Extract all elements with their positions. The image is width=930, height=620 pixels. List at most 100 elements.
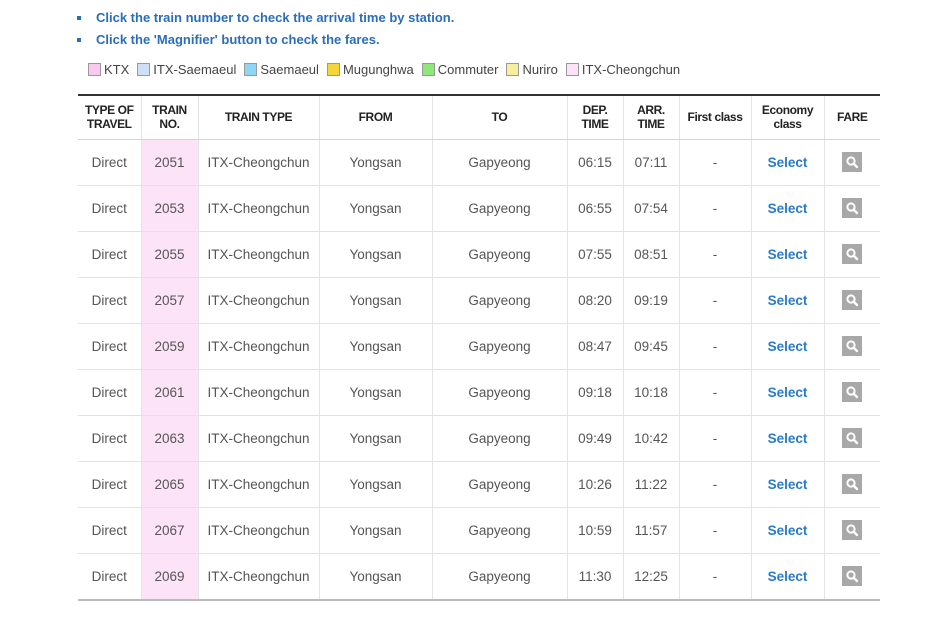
cell-dep-time: 08:47 bbox=[566, 323, 623, 370]
cell-to: Gapyeong bbox=[431, 139, 567, 186]
cell-arr-time: 11:57 bbox=[622, 507, 679, 554]
table-row: Direct 2051 ITX-Cheongchun Yongsan Gapyeong 0… bbox=[78, 139, 880, 186]
train-number-link[interactable]: 2067 bbox=[140, 507, 198, 554]
select-economy-button[interactable]: Select bbox=[768, 569, 808, 584]
table-row: Direct 2069 ITX-Cheongchun Yongsan Gapyeong 1… bbox=[78, 553, 880, 601]
train-number-link[interactable]: 2051 bbox=[140, 139, 198, 186]
legend-label: ITX-Cheongchun bbox=[581, 62, 681, 77]
train-number-link[interactable]: 2055 bbox=[140, 231, 198, 278]
select-economy-button[interactable]: Select bbox=[768, 293, 808, 308]
cell-fare bbox=[823, 277, 880, 324]
cell-fare bbox=[823, 323, 880, 370]
legend-item: Saemaeul bbox=[244, 62, 319, 77]
cell-dep-time: 11:30 bbox=[566, 553, 623, 601]
magnifier-icon[interactable] bbox=[842, 520, 863, 540]
cell-type: Direct bbox=[78, 139, 141, 186]
col-economy-class: Economy class bbox=[750, 94, 824, 140]
select-economy-button[interactable]: Select bbox=[768, 385, 808, 400]
cell-type: Direct bbox=[78, 461, 141, 508]
cell-train-type: ITX-Cheongchun bbox=[197, 461, 319, 508]
note-item: Click the 'Magnifier' button to check th… bbox=[76, 30, 454, 52]
select-economy-button[interactable]: Select bbox=[768, 201, 808, 216]
cell-to: Gapyeong bbox=[431, 461, 567, 508]
cell-arr-time: 09:19 bbox=[622, 277, 679, 324]
cell-arr-time: 07:54 bbox=[622, 185, 679, 232]
magnifier-icon[interactable] bbox=[842, 198, 863, 218]
magnifier-icon[interactable] bbox=[842, 474, 863, 494]
cell-train-type: ITX-Cheongchun bbox=[197, 415, 319, 462]
cell-type: Direct bbox=[78, 415, 141, 462]
legend-label: Nuriro bbox=[522, 62, 558, 77]
magnifier-icon[interactable] bbox=[842, 336, 863, 356]
train-number-link[interactable]: 2059 bbox=[140, 323, 198, 370]
cell-economy: Select bbox=[750, 323, 824, 370]
train-number-link[interactable]: 2057 bbox=[140, 277, 198, 324]
cell-from: Yongsan bbox=[318, 185, 432, 232]
cell-arr-time: 10:18 bbox=[622, 369, 679, 416]
train-number-link[interactable]: 2053 bbox=[140, 185, 198, 232]
cell-to: Gapyeong bbox=[431, 231, 567, 278]
magnifier-icon[interactable] bbox=[842, 566, 863, 586]
magnifier-icon[interactable] bbox=[842, 244, 863, 264]
legend-label: Saemaeul bbox=[260, 62, 319, 77]
cell-economy: Select bbox=[750, 139, 824, 186]
cell-economy: Select bbox=[750, 553, 824, 601]
cell-economy: Select bbox=[750, 507, 824, 554]
cell-from: Yongsan bbox=[318, 369, 432, 416]
train-number-link[interactable]: 2061 bbox=[140, 369, 198, 416]
magnifier-icon[interactable] bbox=[842, 152, 863, 172]
train-number-link[interactable]: 2065 bbox=[140, 461, 198, 508]
cell-type: Direct bbox=[78, 553, 141, 601]
cell-train-type: ITX-Cheongchun bbox=[197, 369, 319, 416]
train-type-legend: KTX ITX-Saemaeul Saemaeul Mugunghwa Commuter… bbox=[88, 62, 688, 77]
legend-swatch bbox=[244, 63, 258, 76]
select-economy-button[interactable]: Select bbox=[768, 247, 808, 262]
col-dep-time: DEP. TIME bbox=[566, 94, 623, 140]
magnifier-icon[interactable] bbox=[842, 428, 863, 448]
cell-from: Yongsan bbox=[318, 277, 432, 324]
train-number-link[interactable]: 2063 bbox=[140, 415, 198, 462]
select-economy-button[interactable]: Select bbox=[768, 339, 808, 354]
cell-dep-time: 08:20 bbox=[566, 277, 623, 324]
cell-type: Direct bbox=[78, 369, 141, 416]
cell-dep-time: 09:18 bbox=[566, 369, 623, 416]
cell-type: Direct bbox=[78, 323, 141, 370]
cell-arr-time: 09:45 bbox=[622, 323, 679, 370]
cell-dep-time: 06:55 bbox=[566, 185, 623, 232]
cell-dep-time: 06:15 bbox=[566, 139, 623, 186]
select-economy-button[interactable]: Select bbox=[768, 431, 808, 446]
cell-from: Yongsan bbox=[318, 553, 432, 601]
cell-fare bbox=[823, 415, 880, 462]
select-economy-button[interactable]: Select bbox=[768, 523, 808, 538]
legend-item: KTX bbox=[88, 62, 129, 77]
cell-to: Gapyeong bbox=[431, 507, 567, 554]
cell-from: Yongsan bbox=[318, 231, 432, 278]
col-first-class: First class bbox=[678, 94, 751, 140]
select-economy-button[interactable]: Select bbox=[768, 477, 808, 492]
cell-type: Direct bbox=[78, 185, 141, 232]
cell-from: Yongsan bbox=[318, 507, 432, 554]
cell-train-type: ITX-Cheongchun bbox=[197, 507, 319, 554]
legend-swatch bbox=[88, 63, 101, 76]
cell-from: Yongsan bbox=[318, 323, 432, 370]
instruction-notes: Click the train number to check the arri… bbox=[76, 8, 454, 52]
cell-to: Gapyeong bbox=[431, 553, 567, 601]
cell-arr-time: 10:42 bbox=[622, 415, 679, 462]
cell-type: Direct bbox=[78, 231, 141, 278]
cell-first-class: - bbox=[678, 277, 751, 324]
cell-first-class: - bbox=[678, 185, 751, 232]
train-number-link[interactable]: 2069 bbox=[140, 553, 198, 601]
legend-item: Mugunghwa bbox=[326, 62, 414, 77]
magnifier-icon[interactable] bbox=[842, 382, 863, 402]
col-from: FROM bbox=[318, 94, 432, 140]
note-text: Click the 'Magnifier' button to check th… bbox=[96, 32, 380, 47]
select-economy-button[interactable]: Select bbox=[768, 155, 808, 170]
cell-fare bbox=[823, 507, 880, 554]
magnifier-icon[interactable] bbox=[842, 290, 863, 310]
cell-economy: Select bbox=[750, 461, 824, 508]
cell-dep-time: 07:55 bbox=[566, 231, 623, 278]
note-item: Click the train number to check the arri… bbox=[76, 8, 454, 30]
table-row: Direct 2063 ITX-Cheongchun Yongsan Gapyeong 0… bbox=[78, 415, 880, 462]
table-row: Direct 2055 ITX-Cheongchun Yongsan Gapyeong 0… bbox=[78, 231, 880, 278]
cell-first-class: - bbox=[678, 553, 751, 601]
